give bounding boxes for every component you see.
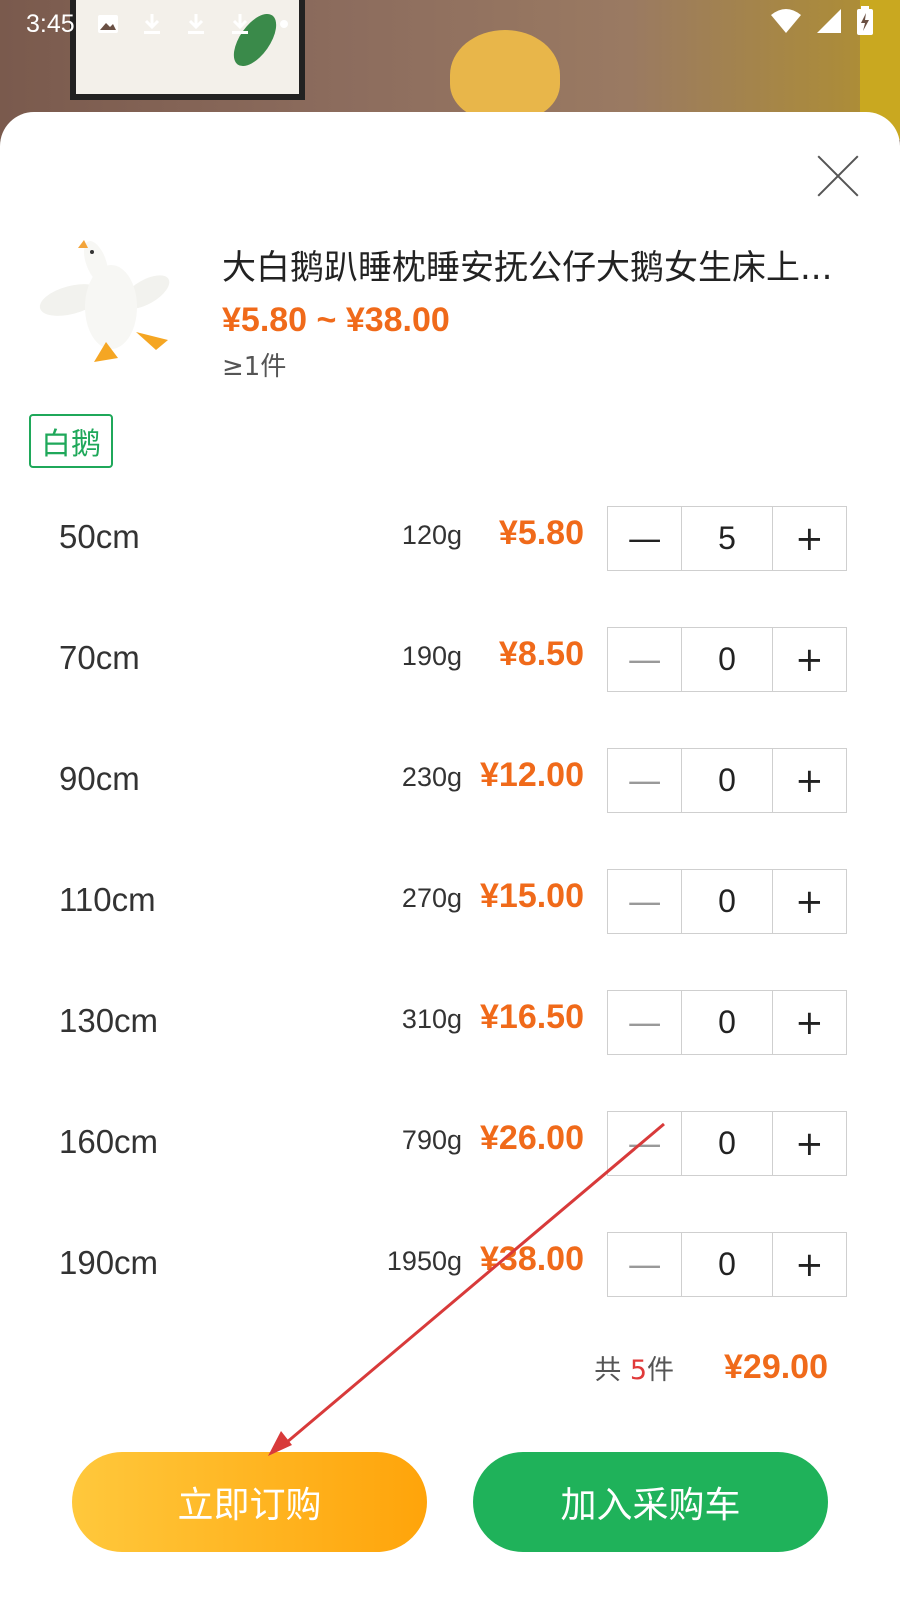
quantity-stepper: — 0 + — [607, 1232, 847, 1297]
close-icon[interactable] — [814, 152, 862, 200]
quantity-stepper: — 0 + — [607, 990, 847, 1055]
total-count-label: 共 5件 — [594, 1348, 674, 1387]
sku-price: ¥26.00 — [480, 1119, 584, 1157]
decrement-button[interactable]: — — [608, 991, 681, 1054]
increment-button[interactable]: + — [773, 870, 846, 933]
total-amount: ¥29.00 — [724, 1348, 828, 1386]
sku-weight: 790g — [401, 1125, 462, 1155]
product-price-range: ¥5.80 ~ ¥38.00 — [222, 301, 450, 339]
quantity-stepper: — 5 + — [607, 506, 847, 571]
sku-price: ¥38.00 — [480, 1240, 584, 1278]
sku-price: ¥8.50 — [498, 635, 584, 673]
quantity-input[interactable]: 0 — [681, 1112, 773, 1175]
sku-row: 70cm 190g ¥8.50 — 0 + — [0, 603, 900, 724]
increment-button[interactable]: + — [773, 749, 846, 812]
sku-weight: 230g — [401, 762, 462, 792]
download-icon — [141, 13, 163, 35]
total-suffix: 件 — [647, 1355, 674, 1386]
quantity-input[interactable]: 5 — [681, 507, 773, 570]
sku-price: ¥15.00 — [480, 877, 584, 915]
status-time: 3:45 — [26, 9, 75, 38]
sku-row: 110cm 270g ¥15.00 — 0 + — [0, 845, 900, 966]
add-to-cart-button[interactable]: 加入采购车 — [473, 1452, 828, 1552]
increment-button[interactable]: + — [773, 507, 846, 570]
sku-weight: 1950g — [386, 1246, 462, 1276]
sku-row: 90cm 230g ¥12.00 — 0 + — [0, 724, 900, 845]
increment-button[interactable]: + — [773, 991, 846, 1054]
wifi-icon — [770, 8, 802, 41]
sku-price: ¥5.80 — [498, 514, 584, 552]
sku-weight: 190g — [401, 641, 462, 671]
system-icons — [770, 5, 874, 43]
total-prefix: 共 — [594, 1355, 630, 1386]
sku-weight: 120g — [401, 520, 462, 550]
decrement-button[interactable]: — — [608, 749, 681, 812]
sku-row: 160cm 790g ¥26.00 — 0 + — [0, 1087, 900, 1208]
sku-size: 190cm — [59, 1244, 159, 1281]
increment-button[interactable]: + — [773, 628, 846, 691]
sku-size: 90cm — [59, 760, 140, 797]
sku-size: 160cm — [59, 1123, 159, 1160]
quantity-stepper: — 0 + — [607, 869, 847, 934]
sku-size: 130cm — [59, 1002, 159, 1039]
sku-row: 190cm 1950g ¥38.00 — 0 + — [0, 1208, 900, 1329]
quantity-stepper: — 0 + — [607, 748, 847, 813]
battery-icon — [856, 5, 874, 43]
sku-price: ¥12.00 — [480, 756, 584, 794]
decrement-button[interactable]: — — [608, 628, 681, 691]
quantity-input[interactable]: 0 — [681, 1233, 773, 1296]
sku-row: 130cm 310g ¥16.50 — 0 + — [0, 966, 900, 1087]
sku-weight: 270g — [401, 883, 462, 913]
download-icon — [185, 13, 207, 35]
status-bar: 3:45 — [0, 0, 900, 48]
increment-button[interactable]: + — [773, 1112, 846, 1175]
product-thumbnail — [36, 232, 186, 382]
min-order-quantity: ≥1件 — [222, 352, 287, 382]
signal-icon — [816, 8, 842, 41]
product-info: 大白鹅趴睡枕睡安抚公仔大鹅女生床上... ¥5.80 ~ ¥38.00 ≥1件 — [222, 240, 872, 383]
variant-tag[interactable]: 白鹅 — [29, 414, 113, 468]
image-icon — [97, 13, 119, 35]
quantity-stepper: — 0 + — [607, 627, 847, 692]
sku-list: 50cm 120g ¥5.80 — 5 + 70cm 190g ¥8.50 — … — [0, 482, 900, 1329]
product-title: 大白鹅趴睡枕睡安抚公仔大鹅女生床上... — [222, 248, 833, 288]
quantity-input[interactable]: 0 — [681, 628, 773, 691]
quantity-input[interactable]: 0 — [681, 991, 773, 1054]
increment-button[interactable]: + — [773, 1233, 846, 1296]
quantity-stepper: — 0 + — [607, 1111, 847, 1176]
quantity-input[interactable]: 0 — [681, 749, 773, 812]
decrement-button[interactable]: — — [608, 1233, 681, 1296]
download-icon — [229, 13, 251, 35]
sku-weight: 310g — [401, 1004, 462, 1034]
sku-size: 110cm — [59, 881, 156, 918]
sku-size: 70cm — [59, 639, 140, 676]
product-header: 大白鹅趴睡枕睡安抚公仔大鹅女生床上... ¥5.80 ~ ¥38.00 ≥1件 — [30, 232, 870, 382]
sku-price: ¥16.50 — [480, 998, 584, 1036]
quantity-input[interactable]: 0 — [681, 870, 773, 933]
order-now-button[interactable]: 立即订购 — [72, 1452, 427, 1552]
sku-bottom-sheet: 大白鹅趴睡枕睡安抚公仔大鹅女生床上... ¥5.80 ~ ¥38.00 ≥1件 … — [0, 112, 900, 1600]
decrement-button[interactable]: — — [608, 870, 681, 933]
sku-row: 50cm 120g ¥5.80 — 5 + — [0, 482, 900, 603]
decrement-button[interactable]: — — [608, 507, 681, 570]
sku-size: 50cm — [59, 518, 140, 555]
order-summary: 共 5件 ¥29.00 — [594, 1348, 828, 1387]
dot-icon — [273, 13, 295, 35]
decrement-button[interactable]: — — [608, 1112, 681, 1175]
total-count: 5 — [629, 1355, 647, 1386]
